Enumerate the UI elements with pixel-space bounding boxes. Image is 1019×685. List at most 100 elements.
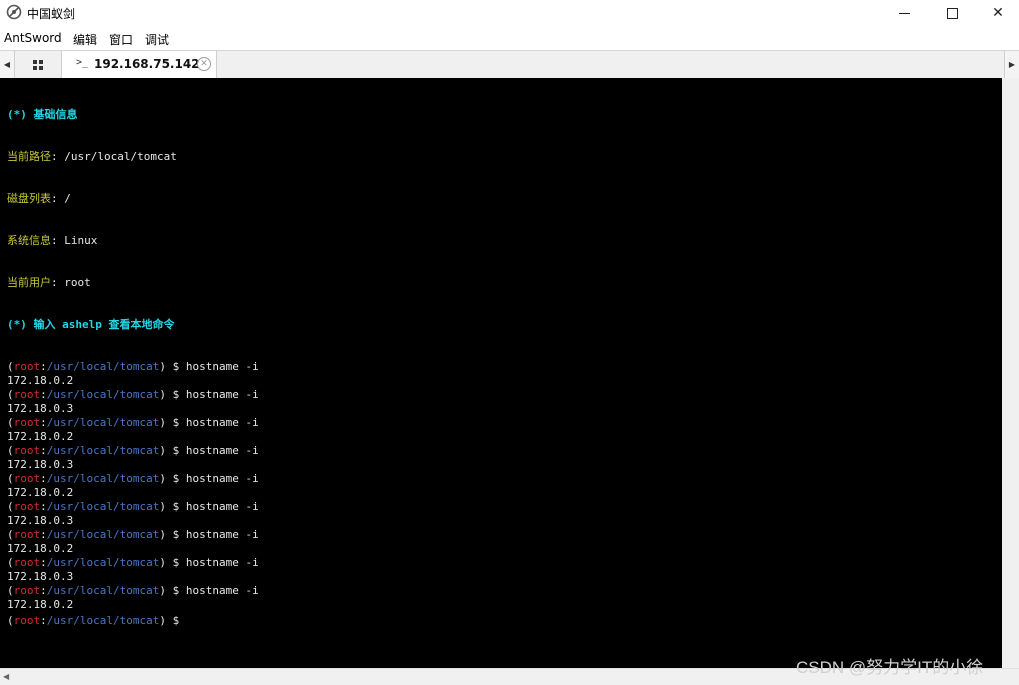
prompt-path: /usr/local/tomcat <box>46 584 160 597</box>
prompt-close: ) $ <box>159 556 186 569</box>
command-output: 172.18.0.2 <box>7 542 74 555</box>
prompt-sep: : <box>40 388 47 401</box>
close-icon: ✕ <box>992 5 1004 21</box>
window-title: 中国蚁剑 <box>27 7 76 21</box>
terminal-path-line: 当前路径: /usr/local/tomcat <box>7 150 177 163</box>
command-output: 172.18.0.2 <box>7 486 74 499</box>
terminal-input-line[interactable]: (root:/usr/local/tomcat) $ <box>7 612 259 627</box>
prompt-sep: : <box>40 556 47 569</box>
maximize-button[interactable] <box>929 0 975 26</box>
maximize-icon <box>946 7 958 19</box>
prompt-user: root <box>13 500 41 513</box>
command-text: hostname -i <box>185 556 259 569</box>
prompt-open: ( <box>7 528 14 541</box>
prompt-open: ( <box>7 388 14 401</box>
prompt-user: root <box>13 556 41 569</box>
command-output: 172.18.0.3 <box>7 570 74 583</box>
prompt-close: ) $ <box>159 584 186 597</box>
command-text: hostname -i <box>185 472 259 485</box>
arrow-right-icon: ▶ <box>1008 60 1016 69</box>
close-button[interactable]: ✕ <box>975 0 1019 26</box>
terminal-cursor[interactable] <box>186 612 192 624</box>
prompt-sep: : <box>40 472 47 485</box>
terminal-help-title: (*) 输入 ashelp 查看本地命令 <box>7 318 175 331</box>
scroll-left-icon[interactable]: ◀ <box>3 672 9 681</box>
command-output: 172.18.0.2 <box>7 374 74 387</box>
command-output: 172.18.0.3 <box>7 514 74 527</box>
terminal-command-line: (root:/usr/local/tomcat) $ hostname -i <box>7 584 259 598</box>
terminal-command-line: (root:/usr/local/tomcat) $ hostname -i <box>7 444 259 458</box>
prompt-sep: : <box>40 444 47 457</box>
prompt-sep: : <box>40 528 47 541</box>
arrow-left-icon: ◀ <box>3 60 11 69</box>
prompt-open: ( <box>7 556 14 569</box>
terminal-info-title: (*) 基础信息 <box>7 108 78 121</box>
prompt-close: ) $ <box>159 416 186 429</box>
command-output: 172.18.0.3 <box>7 402 74 415</box>
prompt-user: root <box>13 614 41 627</box>
prompt-path: /usr/local/tomcat <box>46 388 160 401</box>
terminal-output: (*) 基础信息 当前路径: /usr/local/tomcat 磁盘列表: /… <box>7 80 259 627</box>
prompt-close: ) $ <box>159 388 186 401</box>
terminal-prompt-icon: >_ <box>76 57 89 68</box>
minimize-button[interactable] <box>881 0 927 26</box>
menu-bar: AntSword 编辑 窗口 调试 <box>0 28 1019 48</box>
prompt-path: /usr/local/tomcat <box>46 444 160 457</box>
prompt-user: root <box>13 360 41 373</box>
terminal-command-line: (root:/usr/local/tomcat) $ hostname -i <box>7 360 259 374</box>
prompt-close: ) $ <box>159 472 186 485</box>
prompt-path: /usr/local/tomcat <box>46 556 160 569</box>
tab-close-icon[interactable]: ✕ <box>197 57 211 71</box>
tab-label: 192.168.75.142 <box>94 57 200 71</box>
prompt-open: ( <box>7 500 14 513</box>
terminal-command-line: (root:/usr/local/tomcat) $ hostname -i <box>7 500 259 514</box>
terminal[interactable]: (*) 基础信息 当前路径: /usr/local/tomcat 磁盘列表: /… <box>0 78 1002 668</box>
prompt-open: ( <box>7 584 14 597</box>
command-output: 172.18.0.2 <box>7 598 74 611</box>
prompt-user: root <box>13 472 41 485</box>
command-text: hostname -i <box>185 584 259 597</box>
prompt-close: ) $ <box>159 360 186 373</box>
prompt-close: ) $ <box>159 614 186 627</box>
prompt-close: ) $ <box>159 444 186 457</box>
prompt-close: ) $ <box>159 500 186 513</box>
menu-window[interactable]: 窗口 <box>109 31 133 48</box>
command-text: hostname -i <box>185 416 259 429</box>
terminal-command-line: (root:/usr/local/tomcat) $ hostname -i <box>7 556 259 570</box>
prompt-user: root <box>13 584 41 597</box>
prompt-path: /usr/local/tomcat <box>46 528 160 541</box>
terminal-command-line: (root:/usr/local/tomcat) $ hostname -i <box>7 416 259 430</box>
prompt-sep: : <box>40 360 47 373</box>
tab-scroll-left-button[interactable]: ◀ <box>0 51 15 78</box>
antsword-logo-icon <box>6 4 22 20</box>
prompt-path: /usr/local/tomcat <box>46 360 160 373</box>
prompt-path: /usr/local/tomcat <box>46 500 160 513</box>
prompt-sep: : <box>40 500 47 513</box>
tab-home[interactable] <box>15 51 62 78</box>
menu-edit[interactable]: 编辑 <box>73 31 97 48</box>
tab-scroll-right-button[interactable]: ▶ <box>1004 51 1019 78</box>
prompt-open: ( <box>7 416 14 429</box>
tab-terminal-session[interactable]: >_ 192.168.75.142 ✕ <box>62 51 217 79</box>
prompt-user: root <box>13 416 41 429</box>
terminal-command-line: (root:/usr/local/tomcat) $ hostname -i <box>7 388 259 402</box>
watermark: CSDN @努力学IT的小徐 <box>796 658 984 677</box>
prompt-path: /usr/local/tomcat <box>46 416 160 429</box>
menu-debug[interactable]: 调试 <box>145 31 169 48</box>
prompt-path: /usr/local/tomcat <box>46 472 160 485</box>
prompt-close: ) $ <box>159 528 186 541</box>
command-text: hostname -i <box>185 500 259 513</box>
prompt-sep: : <box>40 614 47 627</box>
prompt-open: ( <box>7 360 14 373</box>
command-text: hostname -i <box>185 360 259 373</box>
menu-antsword[interactable]: AntSword <box>4 31 62 45</box>
terminal-system-line: 系统信息: Linux <box>7 234 98 247</box>
terminal-command-line: (root:/usr/local/tomcat) $ hostname -i <box>7 472 259 486</box>
command-text: hostname -i <box>185 528 259 541</box>
terminal-disk-line: 磁盘列表: / <box>7 192 71 205</box>
prompt-user: root <box>13 528 41 541</box>
title-bar: 中国蚁剑 ✕ <box>0 0 1019 26</box>
prompt-open: ( <box>7 614 14 627</box>
prompt-open: ( <box>7 444 14 457</box>
vertical-scrollbar[interactable] <box>1002 78 1019 668</box>
